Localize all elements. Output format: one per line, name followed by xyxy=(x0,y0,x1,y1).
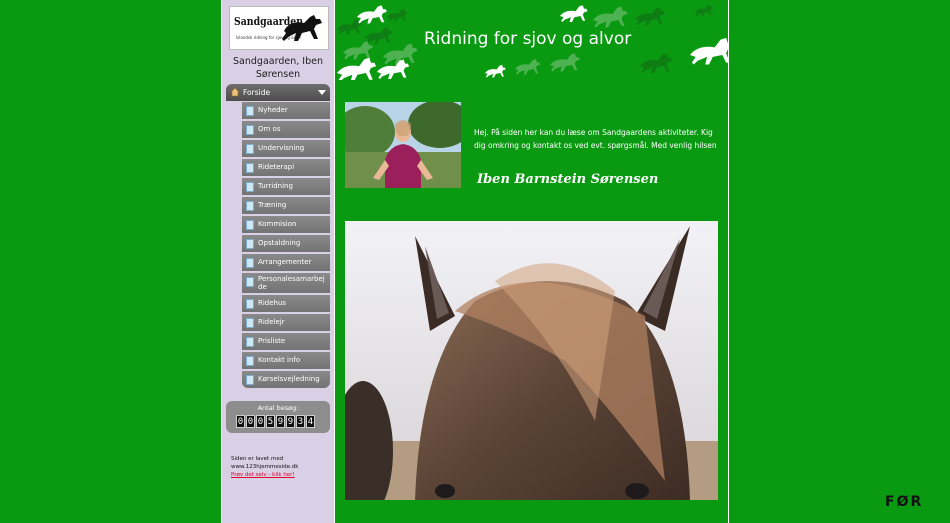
nav-item-ridehus[interactable]: Ridehus xyxy=(242,295,330,312)
nav-list: Nyheder Om os Undervisning Rideterapi Tu… xyxy=(242,102,330,390)
page-icon xyxy=(246,125,254,135)
counter-digit: 0 xyxy=(246,415,255,428)
nav-item-label: Rideterapi xyxy=(258,163,295,171)
nav-item-kontakt-info[interactable]: Kontakt info xyxy=(242,352,330,369)
sidebar: Sandgaarden Islandsk ridning for sjov og… xyxy=(222,0,334,523)
watermark-label: FØR xyxy=(885,494,924,510)
visitor-counter: Antal besøg: 0 0 0 5 9 9 3 4 xyxy=(226,401,330,433)
page-icon xyxy=(246,144,254,154)
page-icon xyxy=(246,258,254,268)
nav-item-prisliste[interactable]: Prisliste xyxy=(242,333,330,350)
counter-digit: 9 xyxy=(276,415,285,428)
counter-digits: 0 0 0 5 9 9 3 4 xyxy=(236,415,315,428)
nav-item-personalesamarbejde[interactable]: Personalesamarbejde xyxy=(242,273,330,293)
nav-item-label: Træning xyxy=(258,201,287,209)
counter-digit: 4 xyxy=(306,415,315,428)
page-icon xyxy=(246,337,254,347)
page-icon xyxy=(246,299,254,309)
site-logo[interactable]: Sandgaarden Islandsk ridning for sjov og… xyxy=(229,6,329,50)
banner-title: Ridning for sjov og alvor xyxy=(424,29,632,49)
horse-photo xyxy=(345,221,718,500)
counter-digit: 5 xyxy=(266,415,275,428)
nav-item-ridelejr[interactable]: Ridelejr xyxy=(242,314,330,331)
page-icon xyxy=(246,356,254,366)
intro-text: Hej. På siden her kan du læse om Sandgaa… xyxy=(474,128,717,150)
nav-item-label: Kørselsvejledning xyxy=(258,375,320,383)
page-icon xyxy=(246,277,254,287)
counter-digit: 3 xyxy=(296,415,305,428)
chevron-down-icon[interactable] xyxy=(318,90,326,95)
nav-item-opstaldning[interactable]: Opstaldning xyxy=(242,235,330,252)
nav-item-om-os[interactable]: Om os xyxy=(242,121,330,138)
nav-item-label: Prisliste xyxy=(258,337,286,345)
footer-note: Siden er lavet med www.123hjemmeside.dk … xyxy=(231,455,298,479)
nav-item-label: Kommision xyxy=(258,220,297,228)
nav-item-label: Ridehus xyxy=(258,299,287,307)
nav-item-rideterapi[interactable]: Rideterapi xyxy=(242,159,330,176)
nav-item-koerselsvejledning[interactable]: Kørselsvejledning xyxy=(242,371,330,388)
page-icon xyxy=(246,163,254,173)
home-icon xyxy=(230,87,240,97)
horse-logo-icon xyxy=(282,15,322,41)
header-banner: Ridning for sjov og alvor xyxy=(335,0,728,80)
page-icon xyxy=(246,106,254,116)
nav-home-label: Forside xyxy=(243,88,271,97)
nav-item-arrangementer[interactable]: Arrangementer xyxy=(242,254,330,271)
counter-digit: 0 xyxy=(236,415,245,428)
nav-item-label: Nyheder xyxy=(258,106,288,114)
nav-item-turridning[interactable]: Turridning xyxy=(242,178,330,195)
page-icon xyxy=(246,201,254,211)
nav-item-label: Opstaldning xyxy=(258,239,301,247)
counter-digit: 9 xyxy=(286,415,295,428)
portrait-photo xyxy=(345,102,461,188)
nav-item-undervisning[interactable]: Undervisning xyxy=(242,140,330,157)
footer-link[interactable]: Prøv det selv - klik her! xyxy=(231,471,298,479)
nav-item-label: Turridning xyxy=(258,182,293,190)
page-icon xyxy=(246,318,254,328)
counter-label: Antal besøg: xyxy=(257,404,299,412)
nav-item-kommision[interactable]: Kommision xyxy=(242,216,330,233)
counter-digit: 0 xyxy=(256,415,265,428)
nav-item-label: Ridelejr xyxy=(258,318,285,326)
nav-item-traening[interactable]: Træning xyxy=(242,197,330,214)
nav-item-label: Arrangementer xyxy=(258,258,312,266)
nav-item-label: Undervisning xyxy=(258,144,305,152)
main-content: Ridning for sjov og alvor Hej. På siden … xyxy=(335,0,728,523)
page-icon xyxy=(246,375,254,385)
footer-line1: Siden er lavet med xyxy=(231,456,284,462)
page-icon xyxy=(246,220,254,230)
nav-item-label: Om os xyxy=(258,125,281,133)
signature: Iben Barnstein Sørensen xyxy=(477,172,659,187)
footer-line2: www.123hjemmeside.dk xyxy=(231,464,299,470)
nav-item-label: Personalesamarbejde xyxy=(258,275,325,291)
site-name: Sandgaarden, Iben Sørensen xyxy=(233,56,323,80)
nav-item-nyheder[interactable]: Nyheder xyxy=(242,102,330,119)
nav-item-label: Kontakt info xyxy=(258,356,301,364)
page-icon xyxy=(246,182,254,192)
nav-item-home[interactable]: Forside xyxy=(226,84,330,101)
page-icon xyxy=(246,239,254,249)
